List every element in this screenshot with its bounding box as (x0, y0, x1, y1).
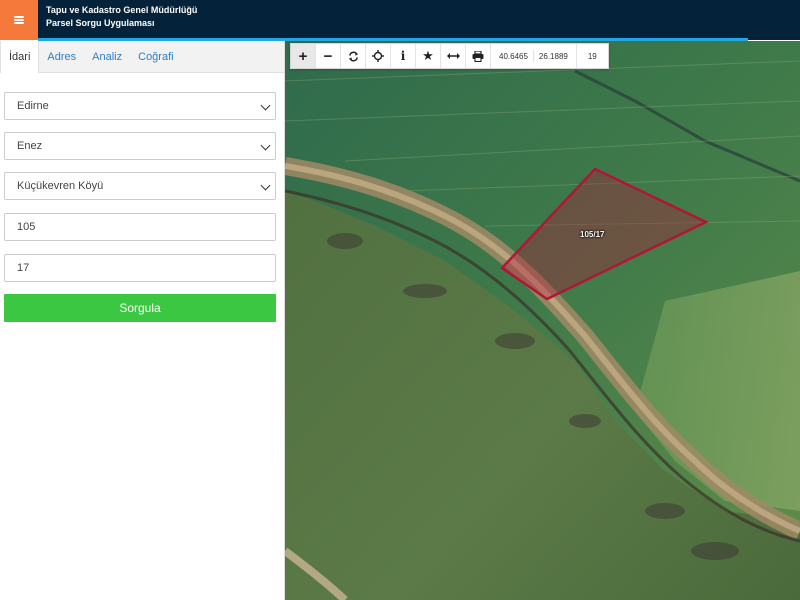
minus-icon: − (323, 47, 333, 65)
ada-input-value: 105 (17, 221, 36, 233)
ilce-select[interactable]: Enez (4, 132, 276, 160)
tab-idari[interactable]: İdari (0, 41, 40, 73)
mahalle-select-value: Küçükevren Köyü (17, 180, 104, 192)
coordinate-readout: 40.6465 26.1889 (491, 44, 577, 68)
zoom-level-readout: 19 (587, 51, 597, 61)
ilce-select-value: Enez (17, 140, 43, 152)
il-select[interactable]: Edirne (4, 92, 276, 120)
locate-icon (372, 50, 384, 62)
app-title-line2: Parsel Sorgu Uygulaması (46, 18, 155, 28)
parcel-label: 105/17 (580, 230, 605, 239)
search-tabs: İdari Adres Analiz Coğrafi (0, 41, 284, 73)
readout-divider (532, 50, 534, 62)
map-toolbar: + − i ★ 40.6465 26.1889 19 (290, 43, 609, 69)
refresh-button[interactable] (341, 44, 366, 68)
app-title: Tapu ve Kadastro Genel Müdürlüğü Parsel … (46, 4, 197, 30)
app-title-line1: Tapu ve Kadastro Genel Müdürlüğü (46, 5, 198, 15)
print-icon (472, 50, 484, 62)
favorite-button[interactable]: ★ (416, 44, 441, 68)
mahalle-select[interactable]: Küçükevren Köyü (4, 172, 276, 200)
parsel-input[interactable]: 17 (4, 254, 276, 282)
locate-button[interactable] (366, 44, 391, 68)
zoom-in-button[interactable]: + (291, 44, 316, 68)
measure-button[interactable] (441, 44, 466, 68)
search-sidebar: İdari Adres Analiz Coğrafi Edirne Enez K… (0, 41, 285, 600)
print-button[interactable] (466, 44, 491, 68)
hamburger-icon (14, 16, 24, 24)
chevron-down-icon (260, 140, 271, 151)
plus-icon: + (298, 47, 308, 65)
info-icon: i (400, 49, 406, 63)
app-header: Tapu ve Kadastro Genel Müdürlüğü Parsel … (0, 0, 800, 41)
chevron-down-icon (260, 180, 271, 191)
latitude-value: 40.6465 (499, 51, 528, 61)
info-button[interactable]: i (391, 44, 416, 68)
menu-button[interactable] (0, 0, 38, 40)
zoom-out-button[interactable]: − (316, 44, 341, 68)
tab-cografi[interactable]: Coğrafi (130, 41, 181, 72)
ada-input[interactable]: 105 (4, 213, 276, 241)
parsel-input-value: 17 (17, 262, 30, 274)
tab-adres[interactable]: Adres (39, 41, 84, 72)
map-view[interactable] (285, 41, 800, 600)
il-select-value: Edirne (17, 100, 49, 112)
query-button[interactable]: Sorgula (4, 294, 276, 322)
chevron-down-icon (260, 100, 271, 111)
measure-icon (446, 53, 460, 59)
star-icon: ★ (422, 48, 434, 63)
satellite-imagery (285, 41, 800, 600)
longitude-value: 26.1889 (538, 51, 568, 61)
refresh-icon (348, 51, 358, 61)
tab-analiz[interactable]: Analiz (84, 41, 130, 72)
